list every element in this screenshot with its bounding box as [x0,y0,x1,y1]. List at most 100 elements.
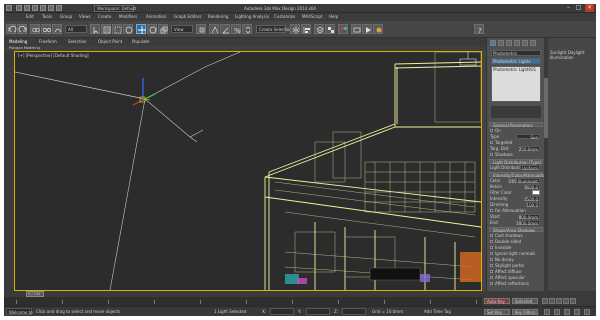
align-icon[interactable] [301,24,311,34]
menu-maxscript[interactable]: MAXScript [302,14,323,19]
zoom-icon[interactable] [554,309,560,315]
save-file-icon[interactable] [32,5,38,11]
orbit-icon[interactable] [574,309,580,315]
far-attenuation-checkbox[interactable] [490,209,493,212]
light-distribution-rollout[interactable]: Light Distribution (Type) [489,159,543,165]
scale-icon[interactable] [158,24,168,34]
set-key-button[interactable]: Set Key [484,309,510,315]
link-icon[interactable] [30,24,40,34]
no-decay-row[interactable]: No decay [490,257,542,262]
ribbon-tab-freeform[interactable]: Freeform [39,39,57,44]
menu-views[interactable]: Views [79,14,91,19]
skylight-portal-row[interactable]: Skylight portal [490,263,542,268]
menu-rendering[interactable]: Rendering [208,14,228,19]
angle-snap-icon[interactable] [220,24,230,34]
reference-coordinate-dropdown[interactable]: View [171,25,193,33]
affect-specular-checkbox[interactable] [490,276,493,279]
perspective-viewport[interactable]: [+] [Perspective] [Default Shading] [14,51,482,291]
undo-icon[interactable] [6,24,17,34]
undo-quick-icon[interactable] [40,5,46,11]
auto-key-button[interactable]: Auto Key [484,298,510,304]
named-selection-sets-dropdown[interactable]: Create Selection Set [256,25,300,33]
no-decay-checkbox[interactable] [490,258,493,261]
purple-object[interactable] [420,274,430,282]
spinner-snap-icon[interactable] [242,24,252,34]
open-file-icon[interactable] [24,5,30,11]
intensity-spinner[interactable]: 1500.0 [524,196,540,202]
material-editor-icon[interactable] [338,24,348,34]
z-coordinate-field[interactable] [342,308,366,315]
go-to-start-icon[interactable] [542,298,548,304]
previous-frame-icon[interactable] [549,298,555,304]
pan-icon[interactable] [564,309,570,315]
select-by-name-icon[interactable] [101,24,111,34]
select-region-icon[interactable] [112,24,122,34]
affect-diffuse-checkbox[interactable] [490,270,493,273]
project-folder-icon[interactable] [56,5,62,11]
display-tab-icon[interactable] [522,40,528,46]
filter-color-swatch[interactable] [532,190,540,195]
color-row[interactable]: Color D65 Illuminant [490,178,542,184]
render-frame-icon[interactable] [373,24,383,34]
intensity-row[interactable]: Intensity 1500.0 [490,196,542,202]
end-spinner[interactable]: 1000.0mm [516,220,540,226]
affect-reflections-row[interactable]: Affect reflections [490,281,542,286]
utilities-tab-icon[interactable] [530,40,536,46]
pink-object[interactable] [297,278,307,284]
general-parameters-rollout[interactable]: General Parameters [489,122,543,128]
snap-icon[interactable] [209,24,219,34]
type-row[interactable]: Type Sun [490,134,542,140]
selected-dropdown[interactable]: Selected [512,298,538,304]
skylight-portal-checkbox[interactable] [490,264,493,267]
affect-specular-row[interactable]: Affect specular [490,275,542,280]
menu-create[interactable]: Create [98,14,111,19]
ignore-normals-checkbox[interactable] [490,252,493,255]
orange-object[interactable] [460,252,481,282]
viewport-layout-strip[interactable] [4,51,14,291]
start-row[interactable]: Start 800.0mm [490,214,542,220]
create-tab-icon[interactable] [490,40,496,46]
distribution-row[interactable]: Light Distribution Uniform [490,165,542,171]
menu-graph-editors[interactable]: Graph Editors [174,14,201,19]
render-icon[interactable] [362,24,372,34]
time-config-icon[interactable] [544,309,550,315]
play-icon[interactable] [556,298,562,304]
start-spinner[interactable]: 800.0mm [519,214,540,220]
teal-object[interactable] [285,274,299,284]
hierarchy-tab-icon[interactable] [506,40,512,46]
shape-area-shadows-rollout[interactable]: Shape/Area Shadows [489,227,543,233]
end-row[interactable]: End 1000.0mm [490,220,542,226]
redo-quick-icon[interactable] [48,5,54,11]
menu-animation[interactable]: Animation [146,14,166,19]
pivot-icon[interactable] [196,24,206,34]
new-file-icon[interactable] [16,5,22,11]
menu-help[interactable]: Help [329,14,338,19]
modify-tab-icon[interactable] [498,40,504,46]
color-preset-dropdown[interactable]: D65 Illuminant [509,178,540,184]
type-dropdown[interactable]: Sun [516,134,540,140]
menu-lighting-analysis[interactable]: Lighting Analysis [235,14,269,19]
shadows-row[interactable]: Shadows [490,152,542,157]
kelvin-row[interactable]: Kelvin 3600.0 [490,184,542,190]
floor-object[interactable] [369,267,421,281]
filter-color-row[interactable]: Filter Color [490,190,542,195]
x-coordinate-field[interactable] [270,308,294,315]
render-setup-icon[interactable] [351,24,361,34]
bind-spacewarp-icon[interactable] [52,24,62,34]
ignore-normals-row[interactable]: Ignore light normals [490,251,542,256]
dimming-row[interactable]: Dimming 100.0 [490,202,542,208]
unlink-icon[interactable] [41,24,51,34]
menu-modifiers[interactable]: Modifiers [119,14,137,19]
invisible-row[interactable]: Invisible [490,245,542,250]
selection-filter-dropdown[interactable]: All [65,25,87,33]
maxscript-listener[interactable]: Welcome to [6,308,33,315]
layer-icon[interactable] [314,24,324,34]
on-row[interactable]: On [490,128,542,133]
rotate-icon[interactable] [147,24,157,34]
help-icon[interactable]: ? [474,24,484,35]
ribbon-tab-selection[interactable]: Selection [68,39,86,44]
redo-icon[interactable] [17,24,27,34]
object-list-item[interactable]: Photometric Light001 [493,67,536,72]
percent-snap-icon[interactable]: % [231,24,241,35]
object-name-field[interactable]: Photometric [491,50,541,56]
